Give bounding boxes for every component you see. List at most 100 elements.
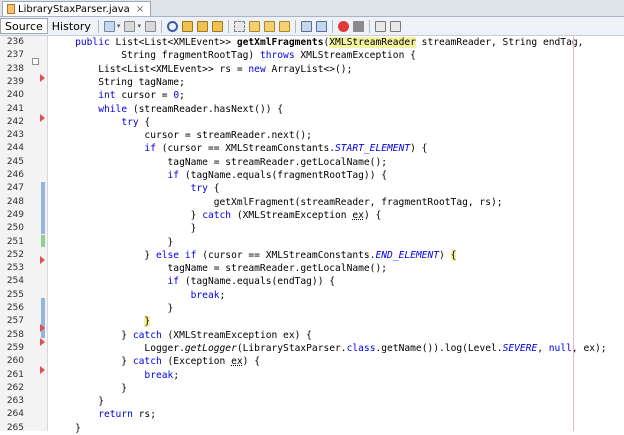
dropdown-arrow-icon[interactable]: ▾ (137, 22, 141, 30)
line-number: 238 (6, 64, 24, 74)
code-token: tagName = streamReader.getLocalName(); (52, 157, 388, 168)
code-line[interactable]: } (52, 302, 174, 315)
code-token: List<List<XMLEvent>> rs = (52, 64, 249, 75)
toolbar-icons: ▾ ▾ (102, 19, 403, 33)
toggle-bookmark-icon[interactable] (278, 20, 290, 32)
code-line[interactable]: } (52, 382, 127, 395)
source-tab[interactable]: Source (0, 18, 48, 34)
line-number: 261 (6, 370, 24, 380)
code-line[interactable]: String tagName; (52, 76, 185, 89)
code-line[interactable]: if (tagName.equals(fragmentRootTag)) { (52, 169, 388, 182)
code-line[interactable]: } (52, 395, 104, 408)
code-token: if (167, 170, 185, 181)
code-line[interactable]: try { (52, 116, 150, 129)
right-margin-line (573, 36, 574, 431)
code-area[interactable]: public List<List<XMLEvent>> getXmlFragme… (48, 36, 624, 434)
line-number: 253 (6, 263, 24, 273)
history-tab[interactable]: History (48, 18, 95, 34)
code-token: tagName = streamReader.getLocalName(); (52, 263, 388, 274)
code-line[interactable]: } (52, 315, 151, 328)
back-icon[interactable] (124, 20, 136, 32)
file-tab-label: LibraryStaxParser.java (18, 3, 130, 15)
code-line[interactable]: break; (52, 369, 179, 382)
code-token: } (52, 237, 174, 248)
dropdown-arrow-icon[interactable]: ▾ (117, 22, 121, 30)
error-stripe-icon (40, 338, 45, 346)
toolbar-separator (160, 19, 162, 33)
next-bookmark-icon[interactable] (263, 20, 275, 32)
code-line[interactable]: getXmlFragment(streamReader, fragmentRoo… (52, 196, 503, 209)
code-line[interactable]: cursor = streamReader.next(); (52, 129, 312, 142)
code-line[interactable]: } (52, 422, 81, 435)
prev-bookmark-icon[interactable] (248, 20, 260, 32)
code-line[interactable]: } catch (XMLStreamException ex) { (52, 329, 312, 342)
code-line[interactable]: String fragmentRootTag) throws XMLStream… (52, 49, 416, 62)
change-marker (41, 182, 45, 234)
fold-toggle-icon (32, 58, 39, 65)
code-token: } (52, 223, 197, 234)
code-line[interactable]: } catch (Exception ex) { (52, 355, 260, 368)
code-token: (tagName.equals(fragmentRootTag)) { (184, 170, 388, 181)
code-line[interactable]: tagName = streamReader.getLocalName(); (52, 156, 388, 169)
code-token: ; (173, 370, 180, 381)
code-token: ) { (410, 143, 428, 154)
find-icon[interactable] (166, 20, 178, 32)
close-icon[interactable]: × (136, 4, 144, 15)
file-tab[interactable]: LibraryStaxParser.java × (2, 1, 152, 16)
shift-left-icon[interactable] (300, 20, 312, 32)
forward-icon[interactable] (144, 20, 156, 32)
find-next-icon[interactable] (196, 20, 208, 32)
uncomment-icon[interactable] (389, 20, 401, 32)
code-token: ) { (363, 210, 382, 221)
stop-macro-icon[interactable] (352, 20, 364, 32)
code-token: ) (439, 250, 451, 261)
code-token: { (144, 117, 151, 128)
code-token: String tagName; (52, 77, 185, 88)
code-token: Logger. (52, 343, 185, 354)
record-macro-icon[interactable] (337, 20, 349, 32)
code-token: } (144, 316, 151, 327)
toolbar-separator (368, 19, 370, 33)
code-token: if (144, 143, 162, 154)
code-line[interactable]: public List<List<XMLEvent>> getXmlFragme… (52, 36, 583, 49)
code-token: throws (259, 50, 301, 61)
code-line[interactable]: List<List<XMLEvent>> rs = new ArrayList<… (52, 63, 352, 76)
code-token: return (98, 409, 139, 420)
code-token: .getName()).log(Level. (375, 343, 503, 354)
code-line[interactable]: Logger.getLogger(LibraryStaxParser.class… (52, 342, 606, 355)
toggle-rect-selection-icon[interactable] (233, 20, 245, 32)
line-number: 250 (6, 223, 24, 233)
code-line[interactable]: try { (52, 182, 220, 195)
code-line[interactable]: if (cursor == XMLStreamConstants.START_E… (52, 142, 427, 155)
line-number: 251 (6, 237, 24, 247)
code-line[interactable]: tagName = streamReader.getLocalName(); (52, 262, 388, 275)
code-line[interactable]: int cursor = 0; (52, 89, 185, 102)
code-line[interactable]: if (tagName.equals(endTag)) { (52, 275, 336, 288)
last-edit-icon[interactable] (103, 20, 115, 32)
code-token: } (52, 250, 156, 261)
code-line[interactable]: break; (52, 289, 226, 302)
code-line[interactable]: } (52, 236, 174, 249)
code-line[interactable]: } catch (XMLStreamException ex) { (52, 209, 382, 222)
code-line[interactable]: } else if (cursor == XMLStreamConstants.… (52, 249, 457, 262)
line-number: 265 (6, 423, 24, 433)
line-number: 248 (6, 197, 24, 207)
line-number: 243 (6, 130, 24, 140)
shift-right-icon[interactable] (315, 20, 327, 32)
comment-icon[interactable] (374, 20, 386, 32)
toggle-highlight-icon[interactable] (211, 20, 223, 32)
code-token: } (52, 303, 174, 314)
line-number: 254 (6, 276, 24, 286)
code-line[interactable]: } (52, 222, 197, 235)
line-number: 258 (6, 330, 24, 340)
find-prev-icon[interactable] (181, 20, 193, 32)
code-token: catch (132, 330, 168, 341)
code-line[interactable]: return rs; (52, 408, 156, 421)
code-line[interactable]: while (streamReader.hasNext()) { (52, 103, 283, 116)
error-stripe-icon (40, 324, 45, 332)
